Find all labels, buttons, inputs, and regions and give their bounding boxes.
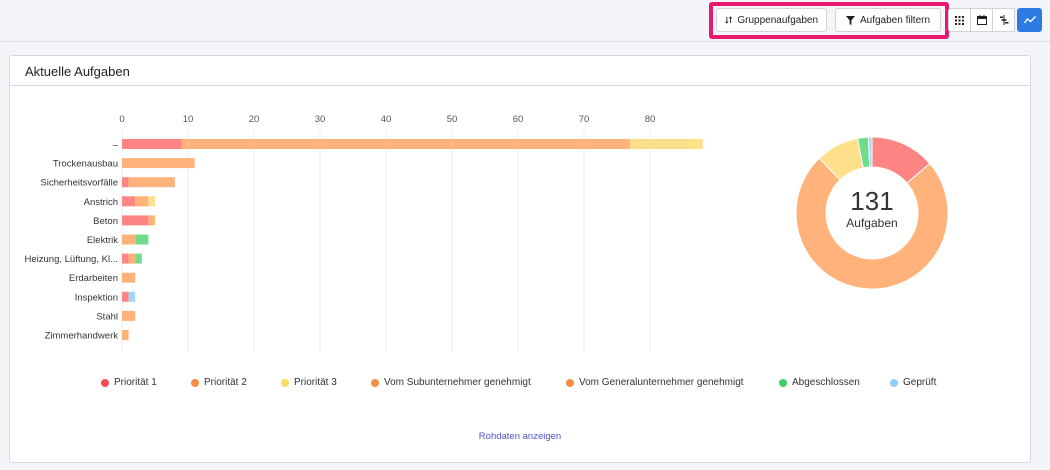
category-label: Erdarbeiten [69,273,118,284]
legend-item-p2[interactable]: Priorität 2 [191,377,247,388]
legend-label: Vom Subunternehmer genehmigt [384,377,531,388]
bar-segment-p2[interactable] [122,234,136,245]
legend-dot-icon [890,378,898,387]
bar-segment-p2[interactable] [122,330,129,340]
bar-segment-p1[interactable] [122,196,136,207]
category-label: Trockenausbau [53,159,118,170]
bar-segment-p2[interactable] [135,196,149,207]
legend-dot-icon [566,378,574,387]
legend-dot-icon [371,378,379,387]
tasks-chart: 0 10 20 30 40 50 60 70 80 – Trockenausbau Sicherhe… [25,114,949,352]
category-label: – [113,140,119,151]
category-label: Elektrik [87,235,118,246]
category-label: Stahl [96,311,118,322]
bar-segment-p1[interactable] [122,139,182,149]
legend-label: Priorität 1 [114,377,157,388]
category-label: Zimmerhandwerk [45,331,119,342]
bar-segment-done[interactable] [135,234,149,245]
bar-segment-p1[interactable] [122,291,129,302]
x-tick-label: 20 [249,114,260,125]
bar-segment-p2[interactable] [181,139,631,149]
legend-dot-icon [191,378,199,387]
legend-label: Priorität 3 [294,377,337,388]
x-tick-label: 0 [119,114,124,125]
bar-segment-p2[interactable] [122,310,136,321]
legend-item-checked[interactable]: Geprüft [890,377,936,388]
legend-label: Priorität 2 [204,377,247,388]
legend-item-gen[interactable]: Vom Generalunternehmer genehmigt [566,377,744,388]
bar-segment-p1[interactable] [122,253,129,264]
legend-label: Vom Generalunternehmer genehmigt [579,377,744,388]
category-label: Heizung, Lüftung, Kl... [25,254,118,265]
bar-segment-p2[interactable] [148,215,155,226]
bar-segment-done[interactable] [135,253,142,264]
x-tick-label: 60 [513,114,524,125]
category-label: Anstrich [84,197,118,208]
category-label: Beton [93,216,118,227]
legend-dot-icon [281,378,289,387]
bar-segment-p3[interactable] [148,196,155,207]
x-tick-label: 80 [645,114,656,125]
x-tick-label: 40 [381,114,392,125]
bar-segment-checked[interactable] [128,291,136,302]
chart-legend: Priorität 1 Priorität 2 Priorität 3 Vom Sub… [0,377,1050,391]
legend-item-p1[interactable]: Priorität 1 [101,377,157,388]
legend-item-p3[interactable]: Priorität 3 [281,377,337,388]
x-tick-label: 10 [183,114,194,125]
bar-segment-p3[interactable] [630,139,703,149]
legend-item-sub[interactable]: Vom Subunternehmer genehmigt [371,377,531,388]
x-tick-label: 70 [579,114,590,125]
legend-dot-icon [101,378,109,387]
legend-item-done[interactable]: Abgeschlossen [779,377,860,388]
legend-label: Geprüft [903,377,937,388]
bar-segment-p2[interactable] [128,177,175,188]
bar-segment-p2[interactable] [122,272,136,283]
bar-segment-p1[interactable] [122,215,149,226]
donut-label: Aufgaben [846,216,898,230]
donut-total: 131 [850,186,894,216]
donut-center: 131 Aufgaben [796,186,948,230]
x-tick-label: 30 [315,114,326,125]
bar-segment-p2[interactable] [122,158,195,169]
x-tick-label: 50 [447,114,458,125]
bar-segment-p1[interactable] [122,177,129,188]
bar-segment-p2[interactable] [128,253,136,264]
legend-dot-icon [779,378,787,387]
show-raw-data-link[interactable]: Rohdaten anzeigen [0,431,1040,442]
legend-label: Abgeschlossen [792,377,860,388]
category-label: Sicherheitsvorfälle [40,178,118,189]
category-label: Inspektion [75,292,118,303]
